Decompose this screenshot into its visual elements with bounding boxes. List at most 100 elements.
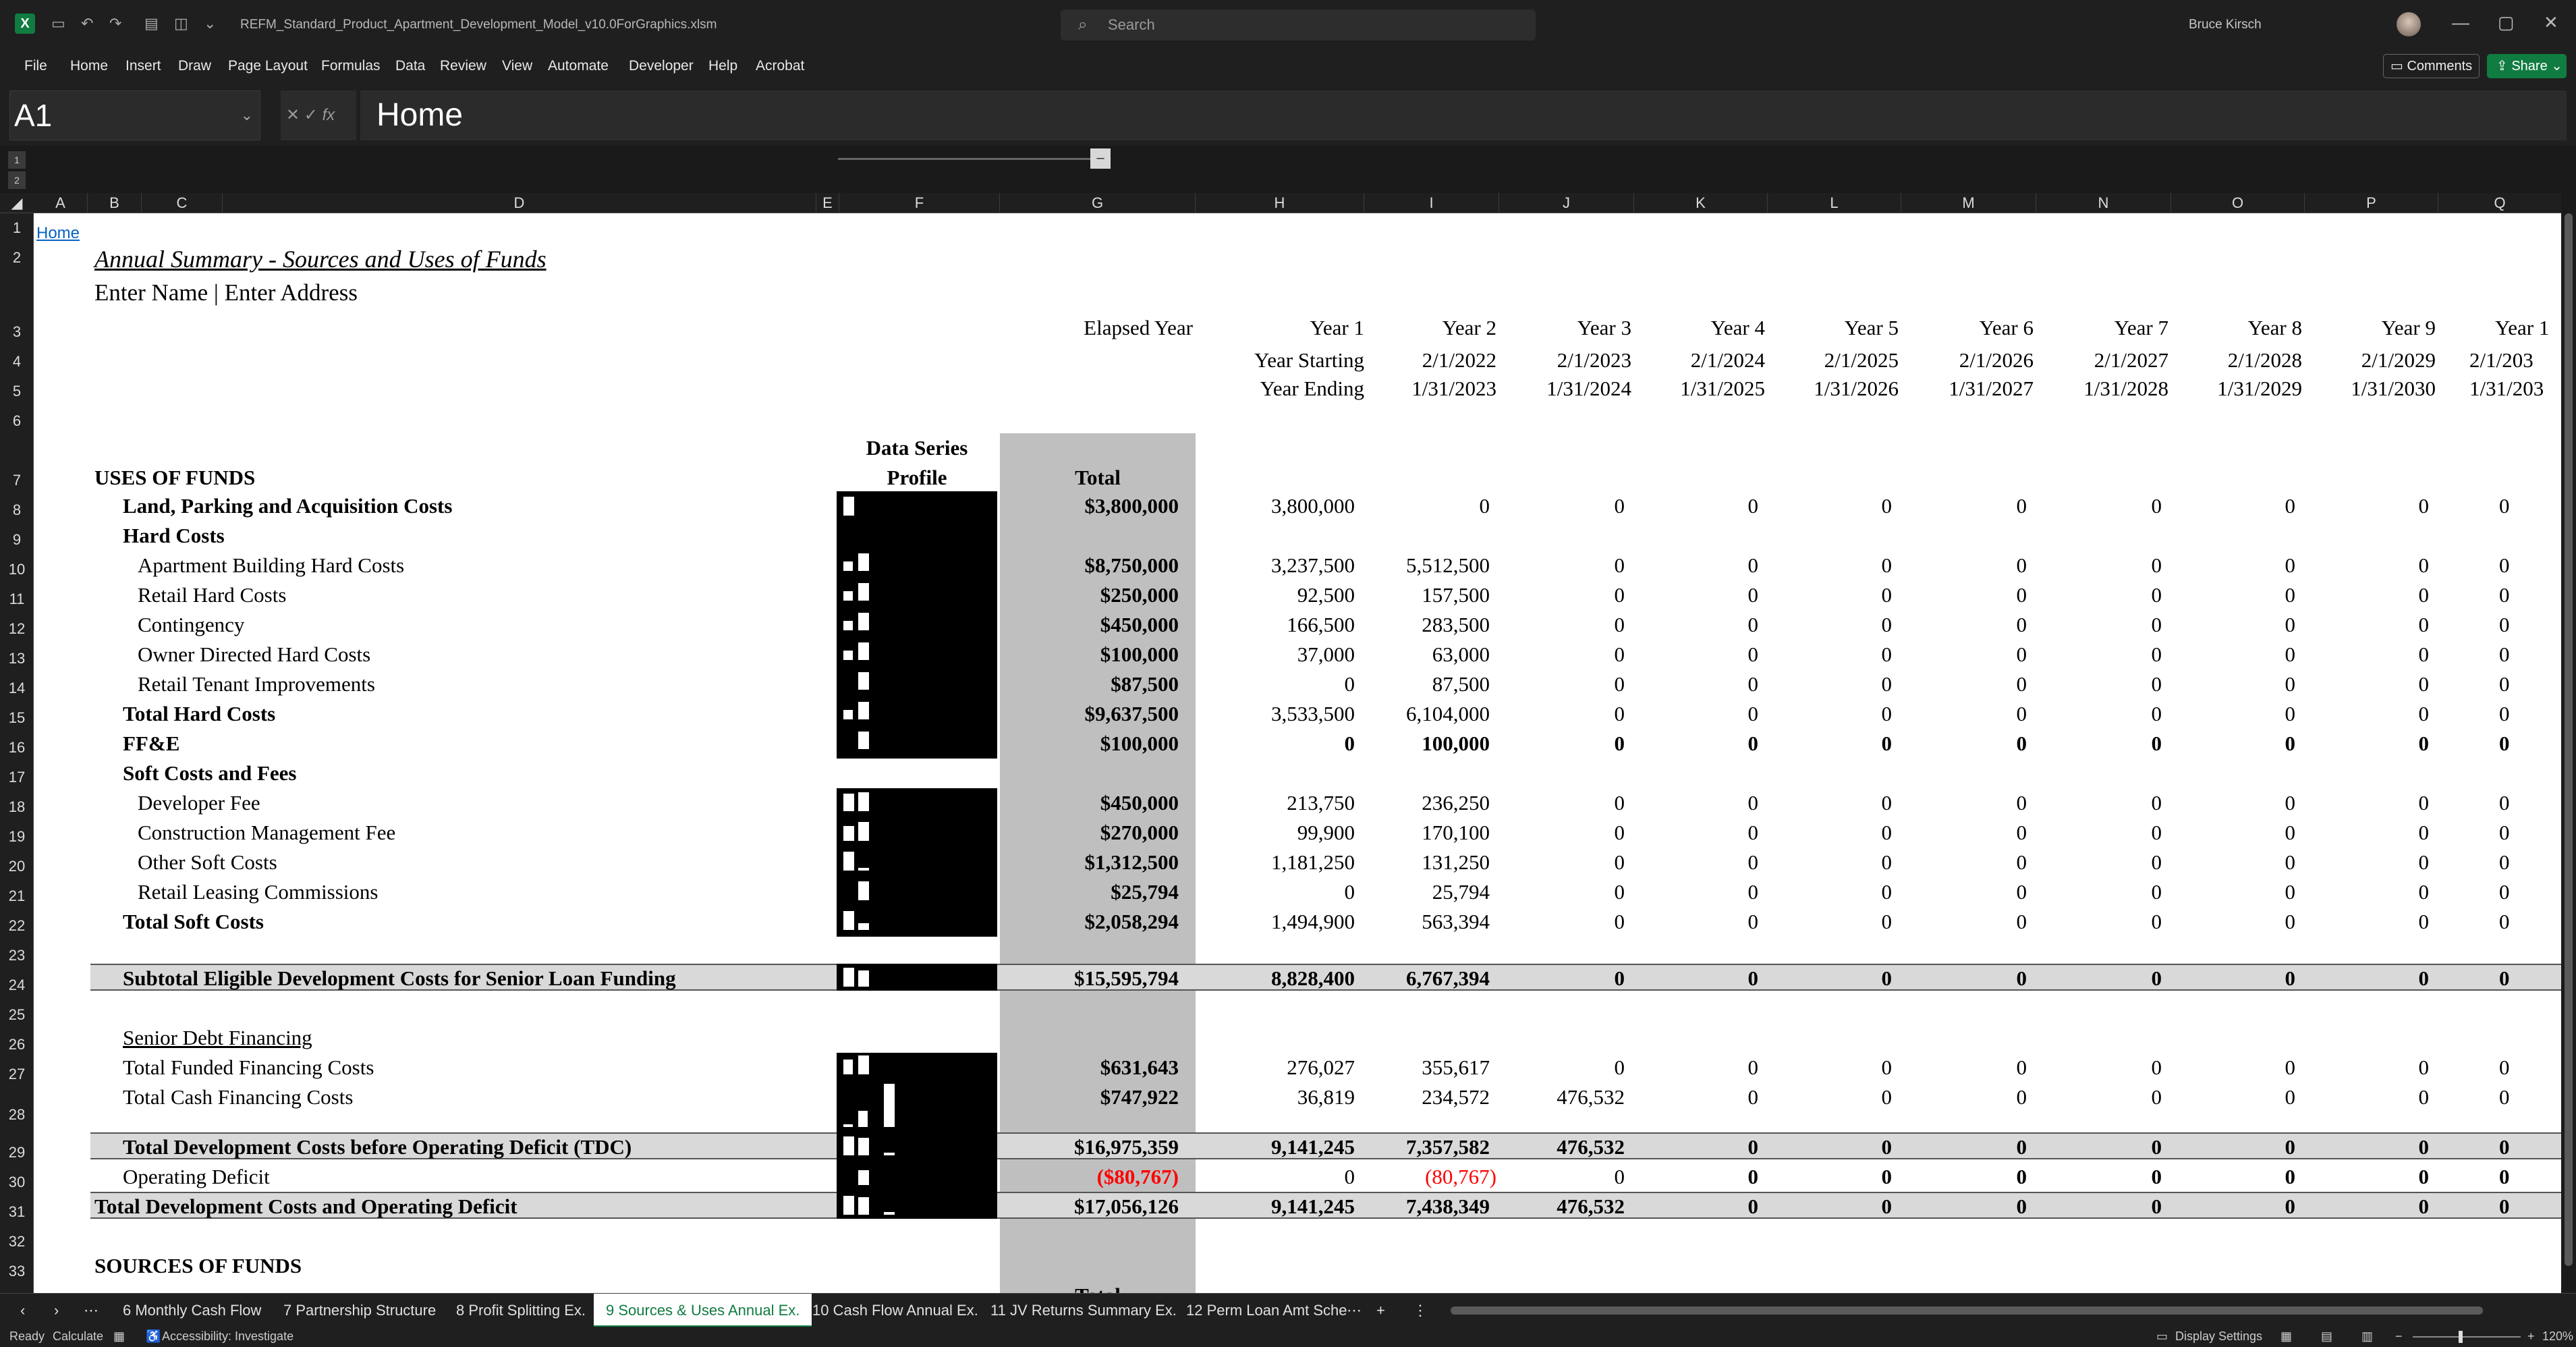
- close-icon[interactable]: ✕: [2544, 12, 2558, 33]
- name-box[interactable]: A1 ⌄: [9, 90, 260, 140]
- undo-icon[interactable]: ↶: [81, 15, 93, 32]
- row-header[interactable]: 4: [0, 347, 34, 377]
- row-header[interactable]: 5: [0, 377, 34, 406]
- col-header-d[interactable]: D: [223, 193, 816, 213]
- menu-help[interactable]: Help: [708, 58, 737, 74]
- vertical-scroll-thumb[interactable]: [2565, 213, 2573, 1266]
- outline-level-2[interactable]: 2: [8, 171, 26, 189]
- row-header[interactable]: 12: [0, 614, 34, 644]
- zoom-in-icon[interactable]: +: [2527, 1329, 2535, 1344]
- calculate-button[interactable]: Calculate: [53, 1329, 103, 1344]
- row-header[interactable]: 16: [0, 733, 34, 763]
- menu-developer[interactable]: Developer: [629, 58, 694, 74]
- row-header[interactable]: 14: [0, 674, 34, 703]
- row-header[interactable]: 10: [0, 555, 34, 584]
- collapse-group-button[interactable]: –: [1090, 148, 1111, 169]
- vertical-scrollbar[interactable]: [2561, 193, 2576, 1293]
- col-header-q[interactable]: Q: [2438, 193, 2561, 213]
- normal-view-icon[interactable]: ▦: [2280, 1329, 2292, 1344]
- select-all-corner[interactable]: ◢: [0, 193, 34, 213]
- row-header[interactable]: 25: [0, 1000, 34, 1030]
- col-header-j[interactable]: J: [1499, 193, 1634, 213]
- row-header[interactable]: 26: [0, 1030, 34, 1060]
- home-link[interactable]: Home: [36, 220, 80, 247]
- tab-partnership-structure[interactable]: 7 Partnership Structure: [283, 1294, 436, 1327]
- row-header[interactable]: 21: [0, 881, 34, 911]
- more-sheets-icon[interactable]: ⋯: [84, 1294, 99, 1327]
- add-sheet-icon[interactable]: +: [1376, 1294, 1385, 1327]
- col-header-e[interactable]: E: [816, 193, 839, 213]
- row-header[interactable]: 20: [0, 852, 34, 881]
- col-header-b[interactable]: B: [88, 193, 142, 213]
- confirm-icon[interactable]: ✓: [304, 106, 318, 124]
- formula-input[interactable]: Home: [360, 90, 2567, 140]
- tabs-menu-icon[interactable]: ⋮: [1413, 1294, 1428, 1327]
- tab-jv-returns-summary[interactable]: 11 JV Returns Summary Ex.: [990, 1294, 1177, 1327]
- comments-button[interactable]: ▭ Comments: [2383, 54, 2480, 78]
- display-settings-icon[interactable]: ▭: [2156, 1329, 2168, 1344]
- row-header[interactable]: 19: [0, 822, 34, 852]
- user-name[interactable]: Bruce Kirsch: [2189, 18, 2262, 32]
- row-header[interactable]: 13: [0, 644, 34, 674]
- row-header[interactable]: 9: [0, 525, 34, 555]
- menu-file[interactable]: File: [24, 58, 47, 74]
- col-header-g[interactable]: G: [1000, 193, 1196, 213]
- row-header[interactable]: 24: [0, 970, 34, 1000]
- row-header[interactable]: 23: [0, 941, 34, 970]
- col-header-n[interactable]: N: [2036, 193, 2171, 213]
- col-header-i[interactable]: I: [1364, 193, 1499, 213]
- menu-acrobat[interactable]: Acrobat: [756, 58, 804, 74]
- tab-sources-uses-annual[interactable]: 9 Sources & Uses Annual Ex.: [594, 1294, 812, 1327]
- display-settings-button[interactable]: Display Settings: [2175, 1329, 2262, 1344]
- col-header-a[interactable]: A: [34, 193, 88, 213]
- menu-data[interactable]: Data: [395, 58, 425, 74]
- row-header[interactable]: 22: [0, 911, 34, 941]
- redo-icon[interactable]: ↷: [109, 15, 121, 32]
- row-header[interactable]: 1: [0, 213, 34, 243]
- row-header[interactable]: 32: [0, 1227, 34, 1257]
- file-name[interactable]: REFM_Standard_Product_Apartment_Developm…: [240, 18, 717, 32]
- menu-automate[interactable]: Automate: [548, 58, 609, 74]
- col-header-l[interactable]: L: [1768, 193, 1901, 213]
- col-header-c[interactable]: C: [142, 193, 223, 213]
- tab-monthly-cash-flow[interactable]: 6 Monthly Cash Flow: [123, 1294, 261, 1327]
- menu-formulas[interactable]: Formulas: [321, 58, 381, 74]
- more-tabs-icon[interactable]: ⋯: [1347, 1294, 1362, 1327]
- tab-cash-flow-annual[interactable]: 10 Cash Flow Annual Ex.: [812, 1294, 978, 1327]
- row-header[interactable]: 7: [0, 466, 34, 495]
- prev-sheet-icon[interactable]: ‹: [20, 1294, 25, 1327]
- row-header[interactable]: 6: [0, 406, 34, 436]
- row-header[interactable]: 15: [0, 703, 34, 733]
- zoom-slider[interactable]: [2413, 1331, 2521, 1343]
- row-header[interactable]: 2: [0, 243, 34, 273]
- col-header-h[interactable]: H: [1196, 193, 1364, 213]
- menu-home[interactable]: Home: [70, 58, 108, 74]
- menu-draw[interactable]: Draw: [178, 58, 211, 74]
- page-break-view-icon[interactable]: ▥: [2361, 1329, 2373, 1344]
- search-box[interactable]: ⌕ Search: [1061, 9, 1536, 40]
- row-header[interactable]: 27: [0, 1060, 34, 1089]
- chevron-down-icon[interactable]: ⌄: [241, 91, 253, 140]
- worksheet-grid[interactable]: Home Annual Summary - Sources and Uses o…: [34, 213, 2561, 1293]
- cancel-icon[interactable]: ✕: [286, 106, 300, 124]
- row-header[interactable]: 31: [0, 1197, 34, 1227]
- row-header[interactable]: 18: [0, 792, 34, 822]
- autosave-icon[interactable]: ▭: [51, 15, 65, 32]
- row-header[interactable]: 17: [0, 763, 34, 792]
- share-button[interactable]: ⇪ Share ⌄: [2487, 54, 2567, 78]
- fx-icon[interactable]: fx: [323, 106, 335, 124]
- row-header[interactable]: 3: [0, 317, 34, 347]
- col-header-f[interactable]: F: [839, 193, 1000, 213]
- macro-icon[interactable]: ▦: [113, 1329, 125, 1344]
- menu-review[interactable]: Review: [440, 58, 486, 74]
- tab-profit-splitting[interactable]: 8 Profit Splitting Ex.: [456, 1294, 586, 1327]
- col-header-o[interactable]: O: [2171, 193, 2305, 213]
- row-header[interactable]: 29: [0, 1138, 34, 1167]
- horizontal-scroll-thumb[interactable]: [1451, 1307, 2483, 1315]
- tab-perm-loan-amt[interactable]: 12 Perm Loan Amt Sche: [1186, 1294, 1347, 1327]
- accessibility-status[interactable]: Accessibility: Investigate: [162, 1329, 293, 1344]
- zoom-level[interactable]: 120%: [2542, 1329, 2573, 1344]
- row-header[interactable]: 28: [0, 1100, 34, 1130]
- outline-level-1[interactable]: 1: [8, 151, 26, 169]
- row-header[interactable]: 33: [0, 1257, 34, 1286]
